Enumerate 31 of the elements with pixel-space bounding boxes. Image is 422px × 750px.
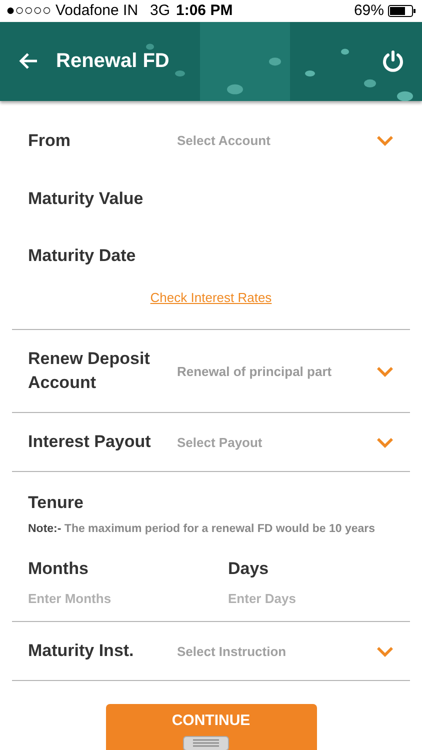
interest-rates-link[interactable]: Check Interest Rates bbox=[150, 290, 272, 305]
select-field[interactable]: Renewal of principal part bbox=[177, 358, 394, 384]
carrier-name: ●○○○○ Vodafone IN bbox=[6, 2, 138, 20]
field-label: Interest Payout bbox=[28, 431, 152, 453]
handle-icon[interactable] bbox=[182, 736, 228, 750]
chevron-down-icon bbox=[376, 436, 394, 448]
field-label: Days bbox=[228, 558, 270, 580]
screen-title: Renewal FD bbox=[56, 50, 170, 73]
chevron-down-icon bbox=[376, 366, 394, 376]
input-field[interactable]: Enter Days bbox=[228, 591, 378, 606]
section-label: Tenure bbox=[28, 492, 84, 514]
continue-button[interactable]: CONTINUE bbox=[106, 704, 316, 750]
field-label: Maturity Inst. bbox=[28, 640, 135, 662]
field-label: Maturity Value bbox=[28, 188, 144, 210]
select-field[interactable]: Select Payout bbox=[177, 428, 394, 456]
chevron-down-icon bbox=[376, 646, 394, 656]
chevron-down-icon bbox=[376, 135, 394, 146]
note-text: Note:- The maximum period for a renewal FD would be 10 years bbox=[28, 523, 376, 535]
field-label: Renew Deposit Account bbox=[28, 348, 151, 394]
battery-percent: 69% bbox=[354, 2, 384, 20]
battery-icon bbox=[388, 4, 416, 17]
power-icon[interactable] bbox=[382, 50, 404, 72]
field-label: Months bbox=[28, 558, 90, 580]
field-label: Maturity Date bbox=[28, 244, 137, 266]
clock-time: 1:06 PM bbox=[176, 2, 233, 20]
input-field[interactable]: Enter Months bbox=[28, 591, 178, 606]
network-type: 3G bbox=[150, 2, 170, 20]
select-field[interactable]: Select Instruction bbox=[177, 638, 394, 664]
select-field[interactable]: Select Account bbox=[177, 127, 394, 154]
back-arrow-icon[interactable] bbox=[18, 52, 38, 70]
field-label: From bbox=[28, 130, 72, 152]
